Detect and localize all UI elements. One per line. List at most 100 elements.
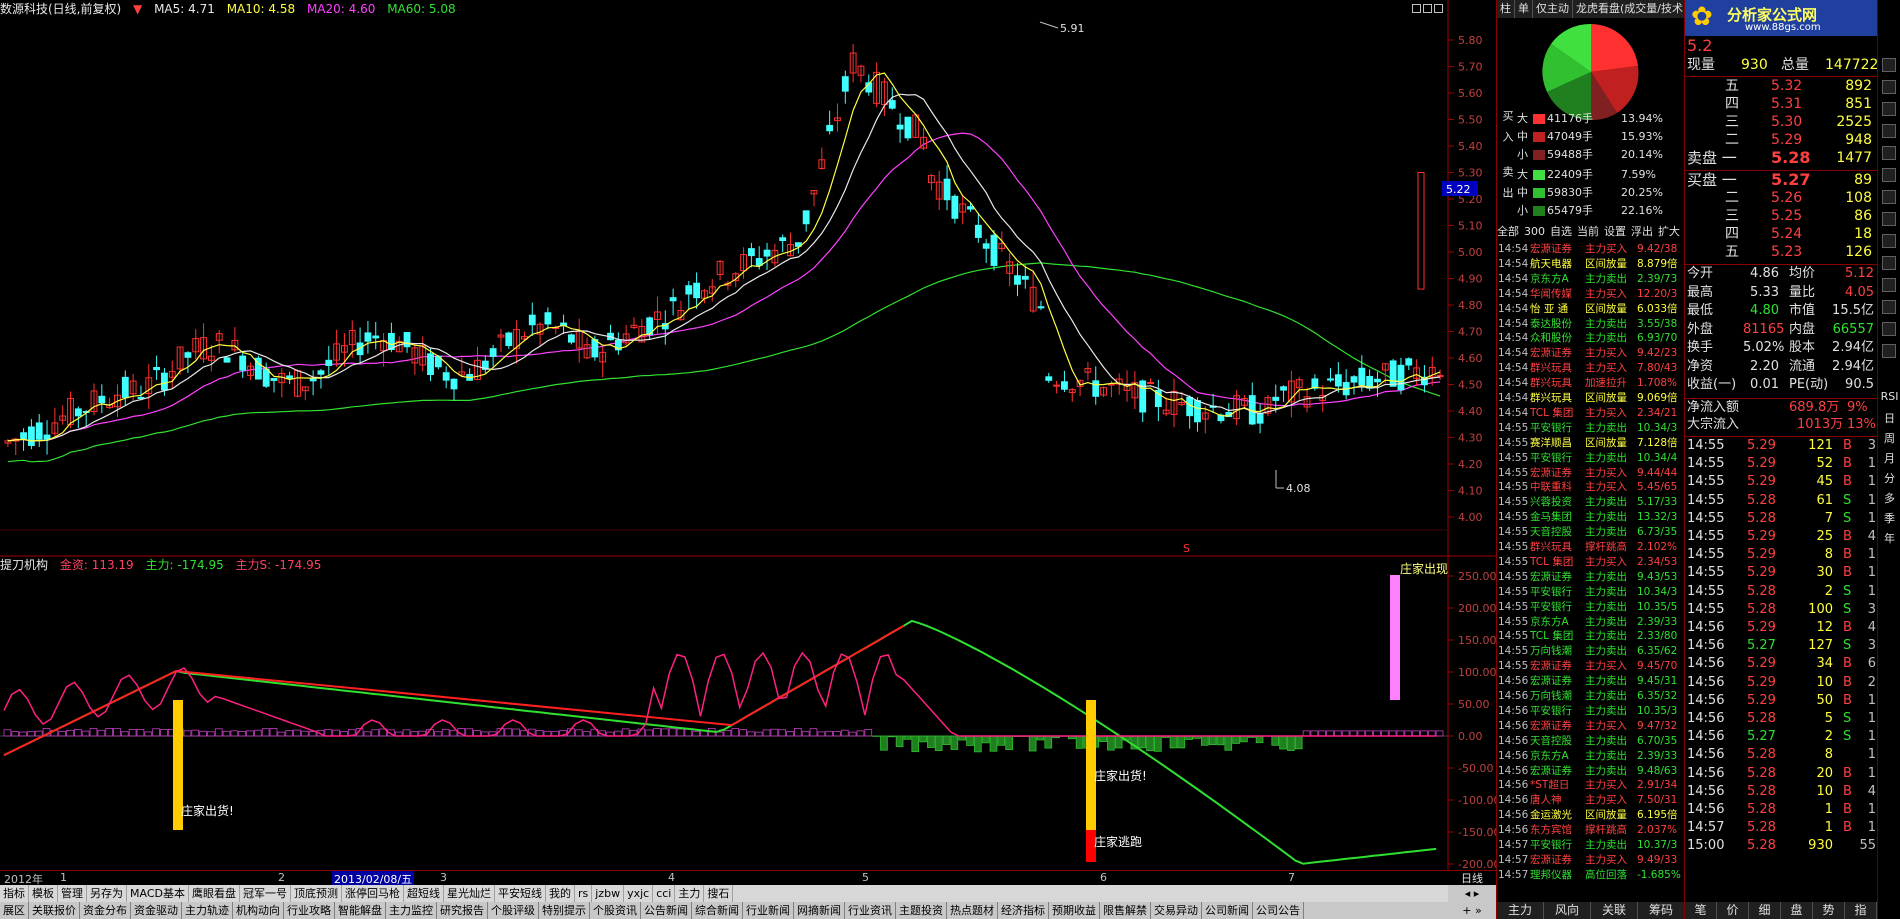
news-row[interactable]: 14:54 华闻传媒 主力买入 12.20/3 bbox=[1497, 287, 1685, 302]
side-tool-icon[interactable] bbox=[1882, 146, 1896, 160]
toolbar-item-3[interactable]: 另存为 bbox=[87, 885, 127, 902]
toolbar-item-10[interactable]: 星光灿烂 bbox=[444, 885, 495, 902]
side-tool-icon[interactable] bbox=[1882, 212, 1896, 226]
news-row[interactable]: 14:55 天音控股 主力卖出 6.73/35 bbox=[1497, 525, 1685, 540]
news-row[interactable]: 14:55 京东方A 主力卖出 2.39/33 bbox=[1497, 615, 1685, 630]
toolbar-item-17[interactable]: 主力 bbox=[675, 885, 705, 902]
info-tab-11[interactable]: 特别提示 bbox=[539, 902, 590, 919]
toolbar-item-6[interactable]: 冠军一号 bbox=[240, 885, 291, 902]
right-bottom-tab-1[interactable]: 价 bbox=[1717, 902, 1749, 919]
right-bottom-tab-2[interactable]: 细 bbox=[1749, 902, 1781, 919]
mid-tab-1[interactable]: 单 bbox=[1515, 0, 1533, 18]
side-tool-icon[interactable] bbox=[1882, 344, 1896, 358]
news-row[interactable]: 14:56 *ST超日 主力买入 2.91/34 bbox=[1497, 778, 1685, 793]
info-tab-10[interactable]: 个股评级 bbox=[488, 902, 539, 919]
news-row[interactable]: 14:56 万向钱潮 主力卖出 6.35/32 bbox=[1497, 689, 1685, 704]
restore-icon[interactable] bbox=[1412, 4, 1421, 13]
toolbar-item-8[interactable]: 涨停回马枪 bbox=[342, 885, 404, 902]
news-row[interactable]: 14:55 宏源证券 主力买入 9.44/44 bbox=[1497, 466, 1685, 481]
news-row[interactable]: 14:56 平安银行 主力卖出 10.35/3 bbox=[1497, 704, 1685, 719]
toolbar-item-4[interactable]: MACD基本 bbox=[127, 885, 189, 902]
filter-4[interactable]: 设置 bbox=[1604, 225, 1626, 238]
toolbar-item-15[interactable]: yxjc bbox=[624, 885, 654, 902]
news-row[interactable]: 14:54 宏源证券 主力买入 9.42/23 bbox=[1497, 346, 1685, 361]
news-row[interactable]: 14:56 京东方A 主力卖出 2.39/33 bbox=[1497, 749, 1685, 764]
news-row[interactable]: 14:56 东方宾馆 撑杆跳高 2.037% bbox=[1497, 823, 1685, 838]
news-row[interactable]: 14:56 金运激光 区间放量 6.195倍 bbox=[1497, 808, 1685, 823]
toolbar-item-11[interactable]: 平安短线 bbox=[495, 885, 546, 902]
info-tab-0[interactable]: 展区 bbox=[0, 902, 29, 919]
maximize-icon[interactable] bbox=[1423, 4, 1432, 13]
info-tab-9[interactable]: 研究报告 bbox=[437, 902, 488, 919]
close-icon[interactable] bbox=[1434, 4, 1443, 13]
mid-tab-0[interactable]: 柱 bbox=[1497, 0, 1515, 18]
side-tool-icon[interactable] bbox=[1882, 102, 1896, 116]
news-row[interactable]: 14:54 航天电器 区间放量 8.879倍 bbox=[1497, 257, 1685, 272]
info-tab-6[interactable]: 行业攻略 bbox=[284, 902, 335, 919]
news-row[interactable]: 14:56 宏源证券 主力卖出 9.48/63 bbox=[1497, 764, 1685, 779]
side-tab-3[interactable]: 月 bbox=[1878, 450, 1900, 466]
side-tab-7[interactable]: 年 bbox=[1878, 530, 1900, 546]
side-tool-icon[interactable] bbox=[1882, 80, 1896, 94]
news-row[interactable]: 14:54 怡 亚 通 区间放量 6.033倍 bbox=[1497, 302, 1685, 317]
info-tab-13[interactable]: 公告新闻 bbox=[641, 902, 692, 919]
side-tab-0[interactable]: RSI bbox=[1878, 390, 1900, 403]
news-row[interactable]: 14:55 群兴玩具 撑杆跳高 2.102% bbox=[1497, 540, 1685, 555]
info-tab-17[interactable]: 行业资讯 bbox=[845, 902, 896, 919]
side-tab-5[interactable]: 多 bbox=[1878, 490, 1900, 506]
side-tool-icon[interactable] bbox=[1882, 300, 1896, 314]
side-tool-icon[interactable] bbox=[1882, 234, 1896, 248]
info-tab-14[interactable]: 综合新闻 bbox=[692, 902, 743, 919]
mid-bottom-tab-3[interactable]: 筹码 bbox=[1638, 902, 1685, 919]
toolbar-item-14[interactable]: jzbw bbox=[592, 885, 625, 902]
news-row[interactable]: 14:57 宏源证券 主力买入 9.49/33 bbox=[1497, 853, 1685, 868]
side-tool-icon[interactable] bbox=[1882, 190, 1896, 204]
info-tab-23[interactable]: 交易异动 bbox=[1151, 902, 1202, 919]
news-row[interactable]: 14:57 平安银行 主力卖出 10.37/3 bbox=[1497, 838, 1685, 853]
news-row[interactable]: 14:55 宏源证券 主力买入 9.45/70 bbox=[1497, 659, 1685, 674]
news-row[interactable]: 14:56 唐人神 主力买入 7.50/31 bbox=[1497, 793, 1685, 808]
side-tab-4[interactable]: 分 bbox=[1878, 470, 1900, 486]
toolbar-item-18[interactable]: 搜石 bbox=[704, 885, 734, 902]
news-row[interactable]: 14:54 群兴玩具 主力买入 7.80/43 bbox=[1497, 361, 1685, 376]
side-tool-icon[interactable] bbox=[1882, 124, 1896, 138]
info-tab-19[interactable]: 热点题材 bbox=[947, 902, 998, 919]
news-row[interactable]: 14:55 平安银行 主力卖出 10.34/3 bbox=[1497, 421, 1685, 436]
info-tab-2[interactable]: 资金分布 bbox=[80, 902, 131, 919]
news-row[interactable]: 14:55 平安银行 主力卖出 10.34/3 bbox=[1497, 585, 1685, 600]
info-tab-15[interactable]: 行业新闻 bbox=[743, 902, 794, 919]
news-row[interactable]: 14:54 群兴玩具 加速拉升 1.708% bbox=[1497, 376, 1685, 391]
side-tool-icon[interactable] bbox=[1882, 168, 1896, 182]
news-row[interactable]: 14:55 中联重科 主力买入 5.45/65 bbox=[1497, 480, 1685, 495]
filter-1[interactable]: 300 bbox=[1524, 225, 1545, 238]
info-tab-24[interactable]: 公司新闻 bbox=[1202, 902, 1253, 919]
mid-bottom-tab-2[interactable]: 关联 bbox=[1591, 902, 1638, 919]
side-tool-icon[interactable] bbox=[1882, 58, 1896, 72]
info-tab-5[interactable]: 机构动向 bbox=[233, 902, 284, 919]
news-row[interactable]: 14:54 众和股份 主力卖出 6.93/70 bbox=[1497, 331, 1685, 346]
toolbar-item-7[interactable]: 顶底预测 bbox=[291, 885, 342, 902]
main-chart-canvas[interactable]: 5.805.705.605.505.405.305.205.105.004.90… bbox=[0, 0, 1496, 870]
right-bottom-tab-4[interactable]: 势 bbox=[1813, 902, 1845, 919]
info-tab-12[interactable]: 个股资讯 bbox=[590, 902, 641, 919]
news-row[interactable]: 14:55 TCL 集团 主力买入 2.34/53 bbox=[1497, 555, 1685, 570]
info-tab-7[interactable]: 智能解盘 bbox=[335, 902, 386, 919]
info-tab-4[interactable]: 主力轨迹 bbox=[182, 902, 233, 919]
filter-3[interactable]: 当前 bbox=[1577, 225, 1599, 238]
mid-bottom-tab-1[interactable]: 风向 bbox=[1544, 902, 1591, 919]
news-row[interactable]: 14:54 TCL 集团 主力买入 2.34/21 bbox=[1497, 406, 1685, 421]
info-tab-8[interactable]: 主力监控 bbox=[386, 902, 437, 919]
info-tab-20[interactable]: 经济指标 bbox=[998, 902, 1049, 919]
info-tab-21[interactable]: 预期收益 bbox=[1049, 902, 1100, 919]
news-row[interactable]: 14:56 宏源证券 主力买入 9.47/32 bbox=[1497, 719, 1685, 734]
side-tool-icon[interactable] bbox=[1882, 278, 1896, 292]
news-row[interactable]: 14:54 泰达股份 主力卖出 3.55/38 bbox=[1497, 317, 1685, 332]
news-row[interactable]: 14:55 万向钱潮 主力卖出 6.35/62 bbox=[1497, 644, 1685, 659]
info-tab-18[interactable]: 主题投资 bbox=[896, 902, 947, 919]
filter-0[interactable]: 全部 bbox=[1497, 225, 1519, 238]
toolbar-item-16[interactable]: cci bbox=[653, 885, 676, 902]
news-row[interactable]: 14:57 理邦仪器 高位回落 -1.685% bbox=[1497, 868, 1685, 883]
right-bottom-tab-5[interactable]: 指 bbox=[1845, 902, 1877, 919]
toolbar-item-9[interactable]: 超短线 bbox=[404, 885, 444, 902]
news-row[interactable]: 14:56 天音控股 主力卖出 6.70/35 bbox=[1497, 734, 1685, 749]
